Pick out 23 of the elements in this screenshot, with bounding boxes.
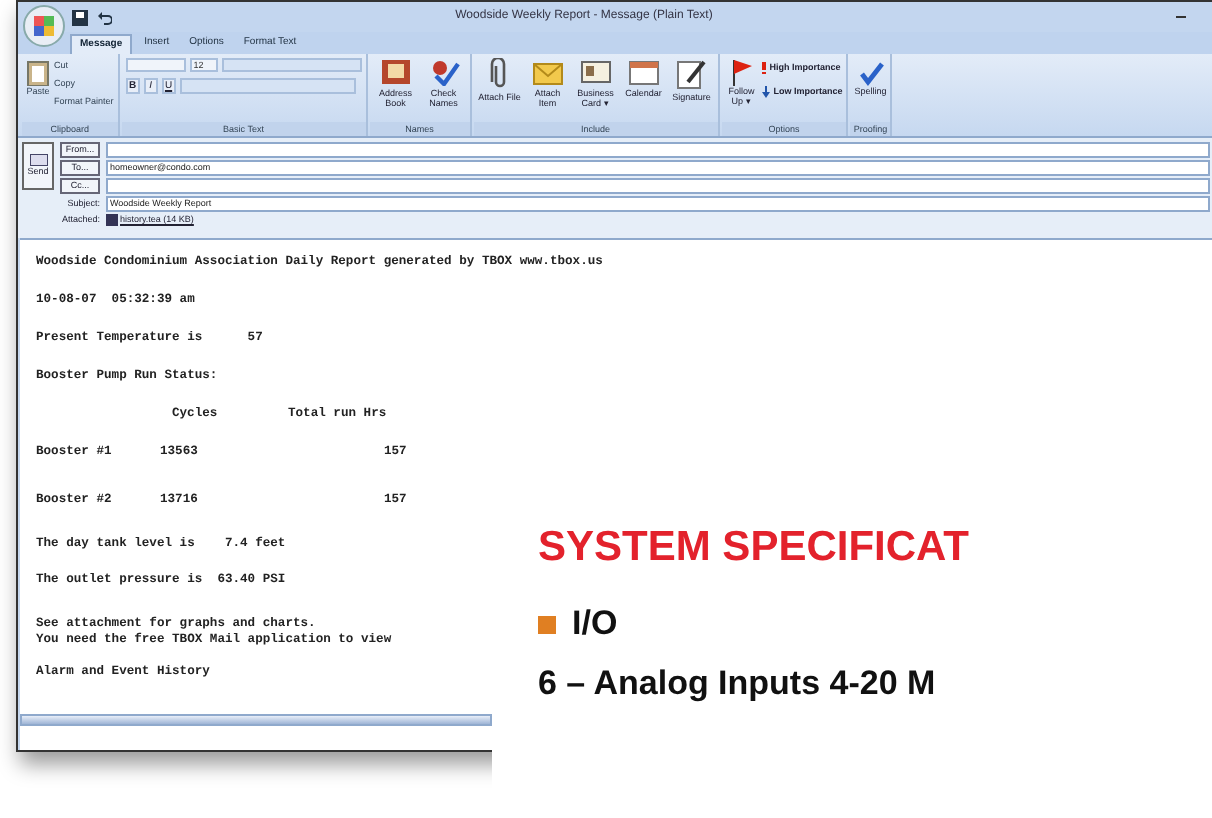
calendar-icon [627, 58, 660, 86]
signature-icon [675, 58, 708, 90]
attachment-file-icon [106, 214, 118, 227]
horizontal-scrollbar[interactable] [20, 714, 492, 726]
address-book-icon [379, 58, 412, 86]
bullet-square-icon [538, 615, 556, 633]
save-icon[interactable] [72, 9, 88, 25]
section-heading: SYSTEM SPECIFICAT [538, 524, 971, 572]
paperclip-icon [489, 58, 510, 90]
undo-icon[interactable] [96, 9, 112, 25]
check-icon [427, 58, 460, 86]
spec-item: 6 – Analog Inputs 4-20 M [538, 664, 938, 704]
exclamation-icon [761, 62, 766, 75]
font-name-field[interactable] [125, 58, 186, 72]
list-buttons-drawing [221, 58, 362, 72]
card-icon [579, 58, 612, 86]
spelling-check-icon [856, 58, 885, 86]
envelope-icon [531, 58, 564, 86]
clipboard-icon [26, 58, 50, 86]
subheading: I/O [572, 604, 618, 644]
down-arrow-icon [761, 86, 770, 99]
flag-icon [729, 58, 754, 86]
send-icon [29, 153, 47, 166]
